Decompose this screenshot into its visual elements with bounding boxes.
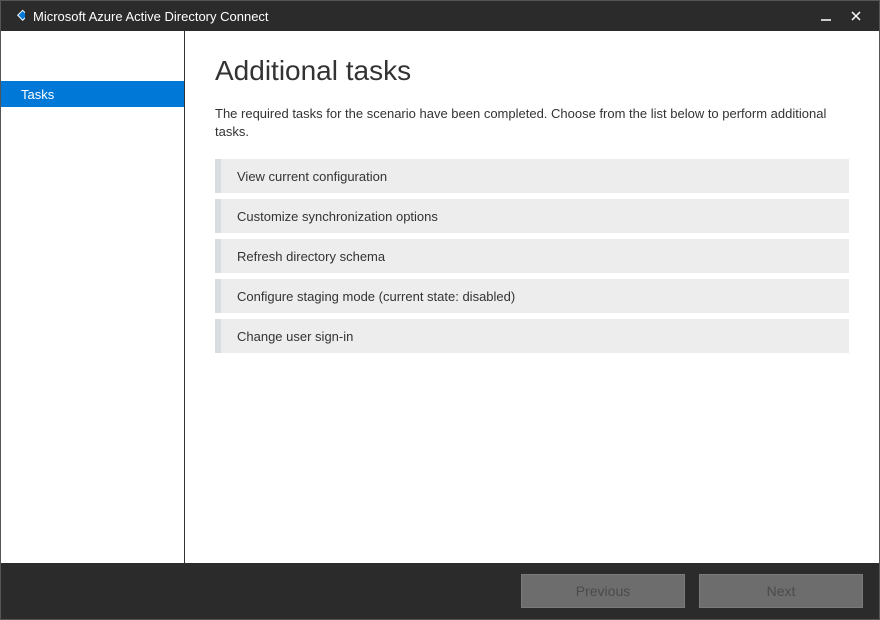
task-accent xyxy=(215,319,221,353)
app-window: Microsoft Azure Active Directory Connect… xyxy=(0,0,880,620)
task-customize-sync[interactable]: Customize synchronization options xyxy=(215,199,849,233)
page-title: Additional tasks xyxy=(215,55,849,87)
task-label: Refresh directory schema xyxy=(237,249,385,264)
window-title: Microsoft Azure Active Directory Connect xyxy=(33,9,811,24)
task-view-config[interactable]: View current configuration xyxy=(215,159,849,193)
titlebar: Microsoft Azure Active Directory Connect xyxy=(1,1,879,31)
task-label: Configure staging mode (current state: d… xyxy=(237,289,515,304)
close-button[interactable] xyxy=(841,1,871,31)
task-accent xyxy=(215,279,221,313)
next-button[interactable]: Next xyxy=(699,574,863,608)
task-change-signin[interactable]: Change user sign-in xyxy=(215,319,849,353)
task-refresh-schema[interactable]: Refresh directory schema xyxy=(215,239,849,273)
task-label: Customize synchronization options xyxy=(237,209,438,224)
footer: Previous Next xyxy=(1,563,879,619)
main-panel: Additional tasks The required tasks for … xyxy=(185,31,879,563)
minimize-button[interactable] xyxy=(811,1,841,31)
task-staging-mode[interactable]: Configure staging mode (current state: d… xyxy=(215,279,849,313)
sidebar-item-tasks[interactable]: Tasks xyxy=(1,81,184,107)
task-accent xyxy=(215,159,221,193)
previous-button[interactable]: Previous xyxy=(521,574,685,608)
sidebar: Tasks xyxy=(1,31,185,563)
app-icon xyxy=(9,8,25,24)
sidebar-item-label: Tasks xyxy=(21,87,54,102)
task-accent xyxy=(215,199,221,233)
task-accent xyxy=(215,239,221,273)
task-label: View current configuration xyxy=(237,169,387,184)
task-list: View current configuration Customize syn… xyxy=(215,159,849,353)
page-description: The required tasks for the scenario have… xyxy=(215,105,849,141)
body: Tasks Additional tasks The required task… xyxy=(1,31,879,563)
task-label: Change user sign-in xyxy=(237,329,353,344)
